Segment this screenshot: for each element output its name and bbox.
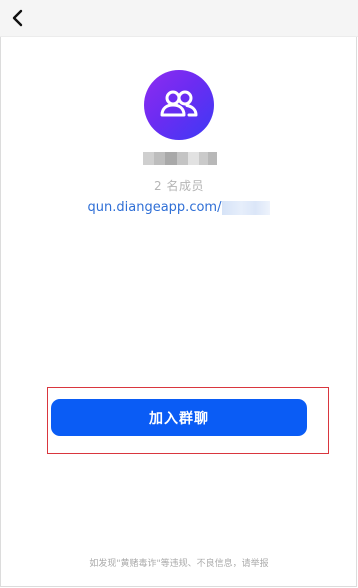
report-notice[interactable]: 如发现"黄赌毒诈"等违规、不良信息，请举报: [0, 556, 358, 569]
chevron-left-icon: [12, 9, 23, 27]
join-group-label: 加入群聊: [149, 410, 209, 427]
back-button[interactable]: [6, 6, 28, 30]
group-name-redacted: [143, 152, 217, 165]
group-link[interactable]: qun.diangeapp.com/: [0, 200, 358, 215]
group-link-redacted: [222, 200, 271, 215]
group-avatar: [144, 70, 214, 140]
group-link-text[interactable]: qun.diangeapp.com/: [88, 200, 222, 215]
member-count: 2 名成员: [154, 179, 204, 193]
join-group-button[interactable]: 加入群聊: [51, 399, 307, 436]
top-nav-bar: [0, 0, 358, 37]
group-users-icon: [160, 90, 198, 117]
